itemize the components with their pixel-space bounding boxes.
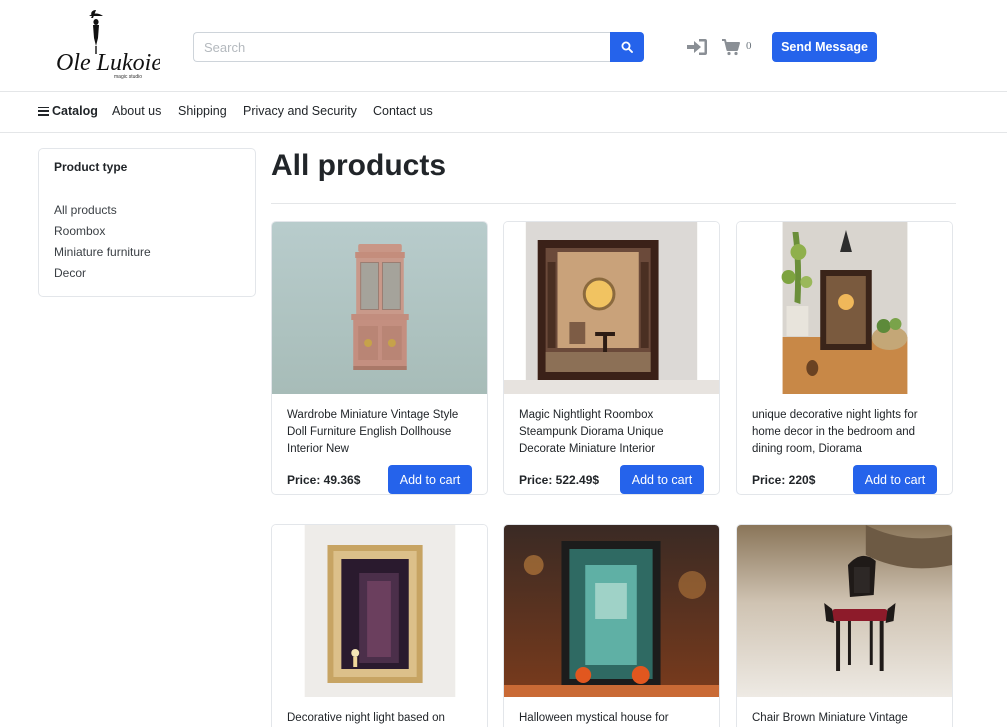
svg-text:magic studio: magic studio [114,74,142,80]
nav-about-us[interactable]: About us [112,104,161,118]
nav-contact-us[interactable]: Contact us [373,104,433,118]
product-image[interactable] [737,525,952,697]
page-title: All products [271,149,447,182]
send-message-button[interactable]: Send Message [772,32,877,62]
product-image[interactable] [737,222,952,394]
cart-icon[interactable] [721,38,741,56]
product-image[interactable] [272,222,487,394]
product-card: Halloween mystical house for [503,524,720,727]
product-image[interactable] [272,525,487,697]
title-divider [271,203,956,204]
search-bar [193,32,644,62]
menu-icon [38,106,49,116]
product-image[interactable] [504,525,719,697]
product-title[interactable]: unique decorative night lights for home … [752,407,937,460]
nav-shipping[interactable]: Shipping [178,104,227,118]
add-to-cart-button[interactable]: Add to cart [388,465,472,494]
product-card: Decorative night light based on [271,524,488,727]
site-header: Ole Lukoie magic studio 0 Send Message [0,0,1007,92]
nav-catalog[interactable]: Catalog [38,104,98,118]
product-title[interactable]: Halloween mystical house for [519,710,704,727]
product-title[interactable]: Wardrobe Miniature Vintage Style Doll Fu… [287,407,472,460]
filter-miniature-furniture[interactable]: Miniature furniture [54,242,240,263]
main-navigation: Catalog About us Shipping Privacy and Se… [0,92,1007,133]
search-button[interactable] [610,32,644,62]
svg-text:Ole Lukoie: Ole Lukoie [56,50,160,76]
product-price: Price: 49.36$ [287,472,361,487]
brand-logo[interactable]: Ole Lukoie magic studio [52,8,162,84]
filter-all-products[interactable]: All products [54,200,240,221]
product-title[interactable]: Decorative night light based on [287,710,472,727]
product-image[interactable] [504,222,719,394]
cart-count: 0 [746,40,752,52]
product-title[interactable]: Magic Nightlight Roombox Steampunk Diora… [519,407,704,460]
product-card: unique decorative night lights for home … [736,221,953,495]
nav-privacy-security[interactable]: Privacy and Security [243,104,357,118]
search-input[interactable] [193,32,610,62]
product-card: Wardrobe Miniature Vintage Style Doll Fu… [271,221,488,495]
product-type-filter: Product type All products Roombox Miniat… [38,148,256,297]
product-price: Price: 522.49$ [519,472,600,487]
product-card: Magic Nightlight Roombox Steampunk Diora… [503,221,720,495]
login-icon[interactable] [685,37,709,57]
filter-title: Product type [54,160,128,174]
nav-catalog-label: Catalog [52,104,98,118]
add-to-cart-button[interactable]: Add to cart [620,465,704,494]
filter-roombox[interactable]: Roombox [54,221,240,242]
product-title[interactable]: Chair Brown Miniature Vintage [752,710,937,727]
product-price: Price: 220$ [752,472,816,487]
search-icon [621,41,633,53]
add-to-cart-button[interactable]: Add to cart [853,465,937,494]
filter-decor[interactable]: Decor [54,263,240,284]
product-card: Chair Brown Miniature Vintage [736,524,953,727]
